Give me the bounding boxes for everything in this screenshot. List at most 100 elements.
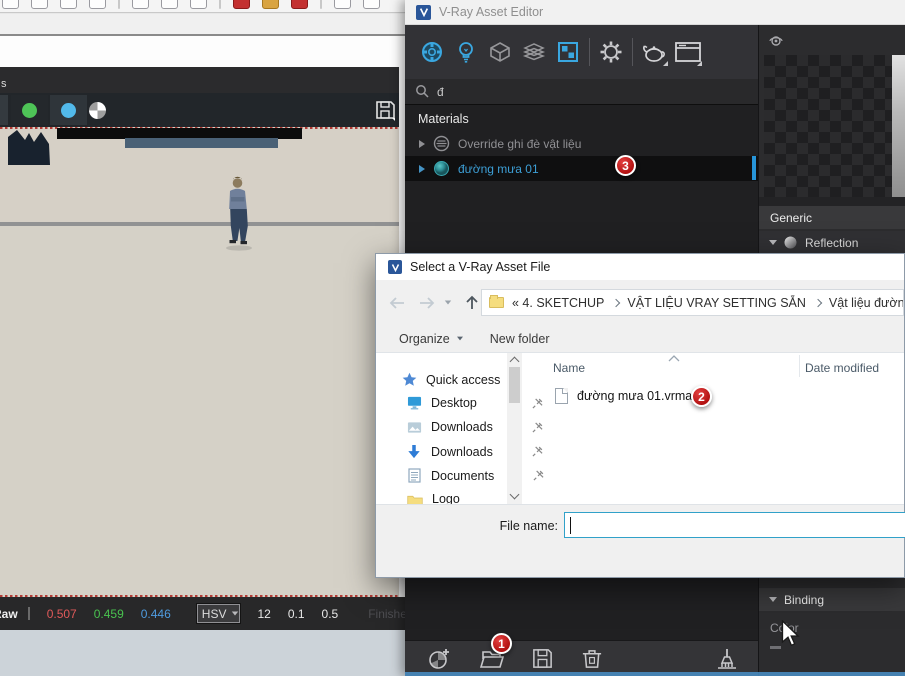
binding-section-header[interactable]: Binding — [759, 588, 905, 611]
sketchup-background — [0, 14, 405, 34]
file-list-header: Name Date modified — [528, 353, 904, 378]
breadcrumb-segment[interactable]: Vật liệu đường mưa 01 — [829, 296, 904, 310]
sketchup-toolbar-icons — [2, 0, 380, 9]
recent-locations-chevron-icon[interactable] — [445, 301, 451, 305]
dropdown-corner-mark — [663, 61, 668, 66]
material-preview-checker[interactable] — [764, 55, 892, 197]
add-asset-icon[interactable] — [427, 647, 451, 671]
pixel-value-v: 0.5 — [322, 607, 339, 621]
binding-section-label: Binding — [784, 593, 824, 607]
toolbar-icon[interactable] — [60, 0, 77, 9]
folder-icon — [407, 493, 423, 505]
sketchup-lower-area — [0, 630, 405, 676]
settings-gear-icon[interactable] — [594, 35, 628, 69]
materials-header: Materials — [418, 112, 469, 126]
sidebar-item-label: Downloads — [431, 420, 493, 434]
material-item-override[interactable]: Override ghi đè vật liệu — [405, 131, 758, 156]
organize-menu[interactable]: Organize — [399, 332, 450, 346]
file-name-input[interactable] — [564, 512, 905, 538]
geometry-tab-icon[interactable] — [483, 35, 517, 69]
toolbar-icon-red[interactable] — [233, 0, 250, 9]
toolbar-icon[interactable] — [31, 0, 48, 9]
reflection-section-header[interactable]: Reflection — [759, 231, 905, 254]
file-list-row[interactable]: đường mưa 01.vrmat 10/03/2016 12:21 — [528, 384, 904, 408]
toolbar-icon[interactable] — [190, 0, 207, 9]
scroll-up-icon[interactable] — [510, 357, 520, 367]
frame-buffer-window-icon[interactable] — [671, 35, 705, 69]
vfb-blue-channel-button[interactable] — [50, 95, 87, 125]
save-asset-icon[interactable] — [531, 647, 554, 670]
sidebar-item-documents[interactable]: Documents — [408, 468, 518, 483]
toolbar-icon-gold[interactable] — [262, 0, 279, 9]
lights-tab-icon[interactable] — [449, 35, 483, 69]
vfb-button-partial[interactable] — [0, 95, 8, 125]
materials-scrollbar-thumb[interactable] — [752, 156, 756, 180]
generic-section-header[interactable]: Generic — [759, 206, 905, 229]
sidebar-item-label: Desktop — [431, 396, 477, 410]
toolbar-icon[interactable] — [161, 0, 178, 9]
pin-icon — [532, 422, 543, 433]
breadcrumb-separator-icon — [814, 298, 822, 306]
scrollbar-thumb[interactable] — [509, 367, 520, 403]
layers-tab-icon[interactable] — [517, 35, 551, 69]
vfb-pixel-info-bar: Raw 0.507 0.459 0.446 HSV 12 0.1 0.5 Fin… — [0, 597, 405, 630]
expander-arrow-icon[interactable] — [419, 140, 425, 148]
vrmat-file-icon — [555, 388, 568, 404]
new-folder-button[interactable]: New folder — [490, 332, 550, 346]
dialog-titlebar[interactable]: Select a V-Ray Asset File — [376, 254, 904, 280]
address-bar[interactable]: « 4. SKETCHUP VẬT LIỆU VRAY SETTING SẴN … — [481, 289, 904, 316]
expander-arrow-icon[interactable] — [419, 165, 425, 173]
render-person-figure — [222, 172, 256, 252]
toolbar-icon[interactable] — [132, 0, 149, 9]
preview-slider-strip[interactable] — [892, 55, 905, 197]
breadcrumb-separator-icon — [612, 298, 620, 306]
breadcrumb-segment[interactable]: VẬT LIỆU VRAY SETTING SẴN — [627, 296, 806, 310]
render-teapot-icon[interactable] — [637, 35, 671, 69]
scroll-down-icon[interactable] — [510, 490, 520, 500]
preview-orbit-icon[interactable] — [768, 34, 784, 48]
materials-tab-icon[interactable] — [415, 35, 449, 69]
sidebar-item-label: Quick access — [426, 373, 500, 387]
column-header-date[interactable]: Date modified — [805, 361, 879, 375]
delete-asset-icon[interactable] — [581, 647, 603, 670]
toolbar-icon[interactable] — [89, 0, 106, 9]
render-viewport[interactable] — [0, 127, 399, 597]
material-item-selected[interactable]: đường mưa 01 — [405, 156, 758, 181]
pixel-value-g: 0.459 — [94, 607, 124, 621]
sidebar-item-downloads-pinned[interactable]: Downloads — [407, 420, 517, 434]
forward-arrow-icon[interactable] — [418, 296, 436, 310]
sidebar-item-label: Downloads — [431, 445, 493, 459]
sidebar-item-desktop[interactable]: Desktop — [407, 396, 517, 410]
sort-ascending-icon — [668, 355, 680, 362]
sidebar-scrollbar[interactable] — [507, 353, 522, 504]
panel-divider[interactable] — [759, 197, 905, 206]
file-name-input-field[interactable] — [565, 513, 905, 537]
up-arrow-icon[interactable] — [464, 295, 480, 310]
toolbar-icon[interactable] — [2, 0, 19, 9]
pixel-value-h: 12 — [257, 607, 270, 621]
column-divider[interactable] — [799, 355, 800, 377]
vfb-save-icon[interactable] — [373, 98, 397, 122]
toolbar-icon-red[interactable] — [291, 0, 308, 9]
column-header-name[interactable]: Name — [553, 361, 585, 375]
vfb-tab-label[interactable]: s — [1, 78, 7, 90]
pixel-value-s: 0.1 — [288, 607, 305, 621]
vray-editor-titlebar[interactable]: V-Ray Asset Editor — [405, 0, 905, 25]
back-arrow-icon[interactable] — [388, 296, 406, 310]
pixel-value-b: 0.446 — [141, 607, 171, 621]
toolbar-icon[interactable] — [334, 0, 351, 9]
color-mode-dropdown[interactable]: HSV — [197, 604, 241, 623]
dialog-title: Select a V-Ray Asset File — [410, 260, 550, 274]
breadcrumb-segment[interactable]: « 4. SKETCHUP — [512, 296, 604, 310]
file-open-dialog: Select a V-Ray Asset File « 4. SKETCHUP … — [375, 253, 905, 578]
sidebar-item-logo[interactable]: Logo — [407, 492, 517, 504]
vfb-rgb-channel-button[interactable] — [11, 95, 48, 125]
generic-section-label: Generic — [770, 211, 812, 225]
alpha-checker-icon[interactable] — [89, 102, 106, 119]
textures-tab-icon[interactable] — [551, 35, 585, 69]
toolbar-icon[interactable] — [363, 0, 380, 9]
sidebar-item-quick-access[interactable]: Quick access — [402, 372, 500, 387]
sidebar-item-downloads[interactable]: Downloads — [407, 444, 517, 459]
override-material-icon — [433, 135, 450, 152]
purge-broom-icon[interactable] — [715, 647, 739, 671]
